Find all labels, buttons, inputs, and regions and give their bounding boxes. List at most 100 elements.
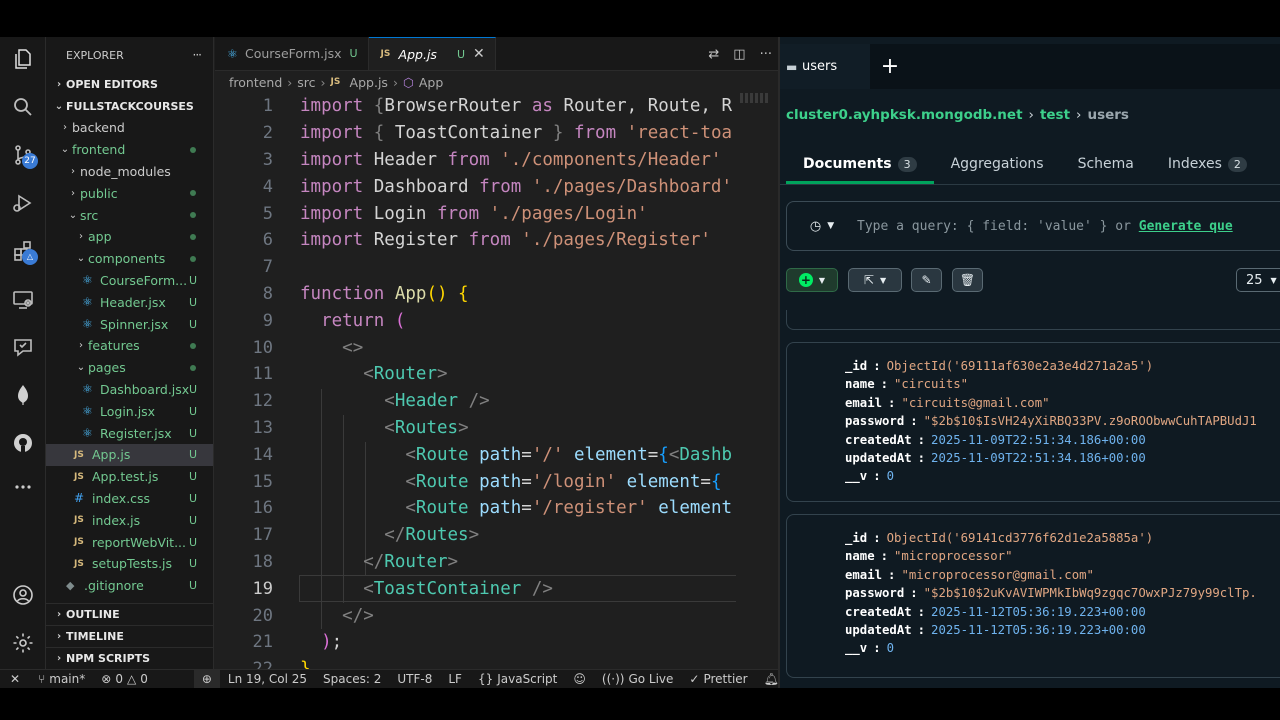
go-live-button[interactable]: ((·)) Go Live	[594, 672, 682, 686]
tree-item[interactable]: ⚛ Dashboard.jsx U	[46, 379, 213, 401]
document-field[interactable]: email: "microprocessor@gmail.com"	[845, 568, 1257, 586]
tree-item[interactable]: › public	[46, 182, 213, 204]
cursor-position[interactable]: Ln 19, Col 25	[220, 672, 315, 686]
minimap[interactable]	[736, 93, 778, 669]
document-card[interactable]	[786, 310, 1280, 330]
tab-courseform[interactable]: ⚛ CourseForm.jsx U	[215, 37, 369, 70]
more-icon[interactable]	[0, 465, 46, 509]
document-field[interactable]: _id: ObjectId('69111af630e2a3e4d271a2a5')	[845, 359, 1257, 377]
tree-item[interactable]: › node_modules	[46, 161, 213, 183]
live-share-icon[interactable]	[0, 325, 46, 369]
tree-item[interactable]: › backend	[46, 117, 213, 139]
compare-changes-icon[interactable]: ⇄	[708, 47, 719, 62]
query-input[interactable]: Type a query: { field: 'value' } or Gene…	[857, 219, 1233, 234]
extensions-icon[interactable]: △	[0, 229, 46, 273]
tree-item[interactable]: ⚛ CourseForm... U	[46, 270, 213, 292]
workspace-label: FULLSTACKCOURSES	[66, 99, 194, 113]
document-field[interactable]: updatedAt:2025-11-12T05:36:19.223+00:00	[845, 623, 1257, 641]
document-field[interactable]: password: "$2b$10$2uKvAVIWPMkIbWq9zgqc7Ow…	[845, 586, 1257, 604]
run-debug-icon[interactable]	[0, 181, 46, 225]
timeline-section[interactable]: › TIMELINE	[46, 625, 213, 647]
zoom-icon[interactable]: ⊕	[193, 669, 220, 688]
tree-item[interactable]: › app	[46, 226, 213, 248]
cluster-link[interactable]: cluster0.ayhpksk.mongodb.net	[786, 107, 1023, 123]
npm-scripts-section[interactable]: › NPM SCRIPTS	[46, 647, 213, 669]
tree-item[interactable]: JS App.test.js U	[46, 466, 213, 488]
remote-explorer-icon[interactable]	[0, 277, 46, 321]
account-icon[interactable]	[0, 573, 46, 617]
add-tab-button[interactable]: +	[870, 44, 910, 89]
settings-gear-icon[interactable]	[0, 621, 46, 665]
branch-indicator[interactable]: ⑂ main*	[30, 672, 93, 686]
document-card[interactable]: _id: ObjectId('69141cd3776f62d1e2a5885a')…	[786, 514, 1280, 678]
tree-item[interactable]: ◆ .gitignore U	[46, 575, 213, 597]
document-field[interactable]: email: "circuits@gmail.com"	[845, 396, 1257, 414]
query-history-button[interactable]: ◷ ▼	[787, 219, 857, 234]
tree-item[interactable]: ⌄ frontend	[46, 139, 213, 161]
close-tab-icon[interactable]: ✕	[473, 46, 485, 62]
tree-item[interactable]: ⚛ Register.jsx U	[46, 422, 213, 444]
tree-item[interactable]: # index.css U	[46, 488, 213, 510]
outline-section[interactable]: › OUTLINE	[46, 603, 213, 625]
delete-button[interactable]: 🗑︎	[952, 268, 983, 292]
copilot-icon[interactable]: ☺	[565, 672, 594, 686]
tree-item[interactable]: ⚛ Header.jsx U	[46, 291, 213, 313]
page-size-select[interactable]: 25 ▼	[1236, 268, 1280, 292]
workspace-section[interactable]: ⌄ FULLSTACKCOURSES	[46, 95, 213, 117]
database-link[interactable]: test	[1040, 107, 1070, 123]
document-field[interactable]: name: "microprocessor"	[845, 549, 1257, 567]
tree-item[interactable]: ⚛ Spinner.jsx U	[46, 313, 213, 335]
breadcrumb-item[interactable]: App	[419, 75, 443, 90]
breadcrumb-item[interactable]: frontend	[229, 75, 282, 90]
export-button[interactable]: ⇱ ▼	[848, 268, 902, 292]
document-field[interactable]: name: "circuits"	[845, 377, 1257, 395]
open-editors-section[interactable]: › OPEN EDITORS	[46, 73, 213, 95]
files-icon[interactable]	[0, 37, 46, 81]
document-field[interactable]: createdAt:2025-11-09T22:51:34.186+00:00	[845, 433, 1257, 451]
notifications-bell-icon[interactable]: 🔔︎	[756, 672, 778, 686]
tree-item[interactable]: JS setupTests.js U	[46, 553, 213, 575]
end-of-line[interactable]: LF	[440, 672, 470, 686]
split-editor-icon[interactable]: ◫	[733, 47, 745, 62]
tree-item[interactable]: JS App.js U	[46, 443, 213, 466]
tree-item[interactable]: JS index.js U	[46, 509, 213, 531]
tree-item[interactable]: JS reportWebVit... U	[46, 531, 213, 553]
tab-indexes[interactable]: Indexes 2	[1151, 146, 1264, 182]
tab-documents[interactable]: Documents 3	[786, 146, 934, 184]
search-icon[interactable]	[0, 85, 46, 129]
remote-indicator-icon[interactable]: ✕	[0, 672, 30, 686]
tree-item[interactable]: › features	[46, 335, 213, 357]
generate-query-link[interactable]: Generate que	[1139, 219, 1233, 234]
explorer-more-icon[interactable]: ···	[193, 48, 203, 62]
prettier-button[interactable]: ✓ Prettier	[681, 672, 755, 686]
tree-item[interactable]: ⌄ pages	[46, 357, 213, 379]
tree-item[interactable]: ⌄ src	[46, 204, 213, 226]
tree-item[interactable]: ⌄ components	[46, 248, 213, 270]
document-field[interactable]: updatedAt:2025-11-09T22:51:34.186+00:00	[845, 451, 1257, 469]
add-data-button[interactable]: + ▼	[786, 268, 838, 292]
encoding[interactable]: UTF-8	[389, 672, 440, 686]
tree-item[interactable]: ⚛ Login.jsx U	[46, 400, 213, 422]
tab-schema[interactable]: Schema	[1061, 146, 1151, 182]
tab-users[interactable]: ▬ users	[780, 44, 870, 89]
document-field[interactable]: password: "$2b$10$IsVH24yXiRBQ33PV.z9oROO…	[845, 414, 1257, 432]
document-field[interactable]: createdAt:2025-11-12T05:36:19.223+00:00	[845, 605, 1257, 623]
tab-aggregations[interactable]: Aggregations	[934, 146, 1061, 182]
breadcrumb-item[interactable]: src	[297, 75, 315, 90]
language-mode[interactable]: {} JavaScript	[470, 672, 565, 686]
document-field[interactable]: __v:0	[845, 641, 1257, 659]
source-control-icon[interactable]: 27	[0, 133, 46, 177]
untracked-mark: U	[188, 382, 197, 396]
update-button[interactable]: ✎	[911, 268, 942, 292]
breadcrumb-item[interactable]: App.js	[350, 75, 388, 90]
indentation[interactable]: Spaces: 2	[315, 672, 389, 686]
mongodb-icon[interactable]	[0, 373, 46, 417]
tab-app-js[interactable]: JS App.js U ✕	[368, 37, 496, 70]
editor-more-icon[interactable]: ···	[760, 47, 772, 62]
document-field[interactable]: _id: ObjectId('69141cd3776f62d1e2a5885a')	[845, 531, 1257, 549]
document-field[interactable]: __v:0	[845, 469, 1257, 487]
github-icon[interactable]	[0, 421, 46, 465]
problems-indicator[interactable]: ⊗ 0 △ 0	[93, 672, 156, 686]
code-editor[interactable]: 1 import {BrowserRouter as Router, Route,…	[215, 93, 778, 669]
document-card[interactable]: _id: ObjectId('69111af630e2a3e4d271a2a5')…	[786, 342, 1280, 502]
